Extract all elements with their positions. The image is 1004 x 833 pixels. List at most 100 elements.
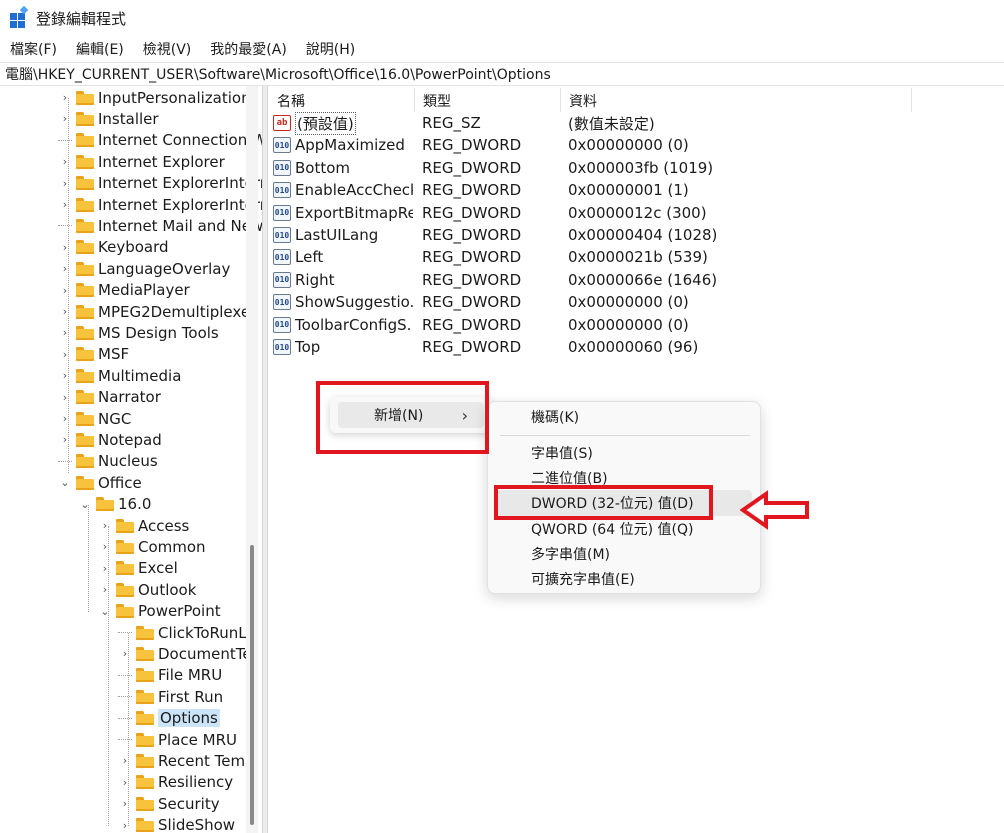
tree-item[interactable]: › LanguageOverlay (58, 258, 231, 279)
chevron-right-icon[interactable]: › (58, 198, 72, 212)
tree-item[interactable]: › Security (118, 793, 220, 814)
tree-item[interactable]: ⌄ 16.0 (78, 494, 151, 515)
menu-favorites[interactable]: 我的最愛(A) (210, 39, 287, 59)
tree-item[interactable]: ⌄ PowerPoint (98, 601, 220, 622)
value-row[interactable]: 010 LastUILang REG_DWORD 0x00000404 (1028) (273, 224, 717, 246)
tree-item[interactable]: Place MRU (118, 729, 237, 750)
tree-item[interactable]: › SlideShow (118, 815, 235, 833)
value-row[interactable]: 010 Right REG_DWORD 0x0000066e (1646) (273, 269, 717, 291)
chevron-right-icon[interactable]: › (58, 412, 72, 426)
chevron-down-icon[interactable]: ⌄ (98, 604, 112, 618)
submenu-item-qword-value[interactable]: QWORD (64 位元) 值(Q) (531, 517, 693, 541)
chevron-down-icon[interactable]: ⌄ (78, 497, 92, 511)
value-name-cell: 010 Top (273, 338, 413, 356)
submenu-item-expandable-string-value[interactable]: 可擴充字串值(E) (531, 567, 635, 591)
tree-item[interactable]: › DocumentTe (118, 643, 252, 664)
address-path[interactable]: 電腦\HKEY_CURRENT_USER\Software\Microsoft\… (5, 64, 551, 84)
tree-item[interactable]: › Internet Explorer (58, 151, 225, 172)
tree-item[interactable]: File MRU (118, 665, 222, 686)
chevron-right-icon[interactable]: › (58, 326, 72, 340)
tree-item[interactable]: › Internet ExplorerInternal (58, 173, 262, 194)
chevron-right-icon[interactable]: › (98, 519, 112, 533)
tree-item[interactable]: Options (118, 708, 220, 729)
value-type: REG_DWORD (422, 293, 522, 312)
chevron-right-icon[interactable]: › (118, 797, 132, 811)
column-header-name[interactable]: 名稱 (268, 90, 414, 112)
tree-item[interactable]: › Outlook (98, 579, 197, 600)
tree-item[interactable]: › Internet ExplorerInternal (58, 194, 262, 215)
folder-icon (76, 368, 94, 383)
value-row[interactable]: ab (預設值) REG_SZ (數值未設定) (273, 111, 655, 135)
tree-item[interactable]: › Access (98, 515, 190, 536)
chevron-right-icon[interactable]: › (58, 433, 72, 447)
chevron-right-icon[interactable]: › (98, 583, 112, 597)
value-row[interactable]: 010 Left REG_DWORD 0x0000021b (539) (273, 246, 708, 268)
chevron-right-icon[interactable]: › (58, 283, 72, 297)
folder-icon (76, 154, 94, 169)
tree-item[interactable]: › NGC (58, 408, 132, 429)
value-data: 0x00000404 (1028) (568, 226, 718, 244)
menu-file[interactable]: 檔案(F) (10, 39, 57, 59)
tree-item[interactable]: › Notepad (58, 429, 162, 450)
chevron-right-icon[interactable]: › (58, 347, 72, 361)
tree-item[interactable]: ClickToRunL (118, 622, 247, 643)
value-row[interactable]: 010 ToolbarConfigS... REG_DWORD 0x00000000 … (273, 314, 689, 336)
menu-help[interactable]: 說明(H) (306, 39, 355, 59)
tree-scrollbar-thumb[interactable] (250, 545, 254, 825)
menu-view[interactable]: 檢視(V) (143, 39, 192, 59)
chevron-right-icon[interactable]: › (58, 112, 72, 126)
chevron-right-icon[interactable]: › (58, 369, 72, 383)
chevron-right-icon[interactable]: › (118, 754, 132, 768)
value-row[interactable]: 010ExportBitmapRe... REG_DWORD 0x0000012c … (273, 202, 707, 224)
tree-item[interactable]: › MSF (58, 344, 129, 365)
submenu-item-key[interactable]: 機碼(K) (531, 405, 579, 429)
tree-item[interactable]: › MediaPlayer (58, 280, 190, 301)
chevron-right-icon[interactable]: › (58, 155, 72, 169)
tree-item[interactable]: Internet Mail and News (58, 215, 262, 236)
value-row[interactable]: 010 ShowSuggestio... REG_DWORD 0x00000000 (… (273, 291, 689, 313)
value-row[interactable]: 010 Top REG_DWORD 0x00000060 (96) (273, 336, 698, 358)
tree-item[interactable]: › Installer (58, 108, 159, 129)
chevron-down-icon[interactable]: ⌄ (58, 476, 72, 490)
chevron-right-icon[interactable]: › (98, 540, 112, 554)
tree-item[interactable]: › Excel (98, 558, 178, 579)
chevron-right-icon[interactable]: › (58, 240, 72, 254)
tree-item[interactable]: › Resiliency (118, 772, 233, 793)
submenu-separator (500, 435, 750, 436)
tree-item[interactable]: First Run (118, 686, 223, 707)
folder-icon (96, 497, 114, 512)
menu-edit[interactable]: 編輯(E) (76, 39, 124, 59)
submenu-item-multi-string-value[interactable]: 多字串值(M) (531, 542, 610, 566)
chevron-right-icon[interactable]: › (118, 818, 132, 832)
value-row[interactable]: 010 AppMaximized REG_DWORD 0x00000000 (0) (273, 134, 689, 156)
chevron-right-icon[interactable]: › (58, 91, 72, 105)
tree-item[interactable]: › Keyboard (58, 237, 169, 258)
chevron-right-icon[interactable]: › (98, 561, 112, 575)
tree-item[interactable]: › InputPersonalization (58, 87, 251, 108)
tree-item[interactable]: › Recent Temp (118, 750, 255, 771)
value-row[interactable]: 010EnableAccCheck... REG_DWORD 0x00000001 … (273, 179, 689, 201)
chevron-right-icon[interactable]: › (118, 647, 132, 661)
address-bar[interactable]: 電腦\HKEY_CURRENT_USER\Software\Microsoft\… (0, 62, 1004, 86)
tree-connector (58, 139, 72, 141)
chevron-right-icon[interactable]: › (58, 305, 72, 319)
chevron-right-icon[interactable]: › (58, 390, 72, 404)
chevron-right-icon[interactable]: › (58, 176, 72, 190)
key-tree[interactable]: › InputPersonalization › Installer Internet … (0, 86, 262, 833)
tree-item[interactable]: › Common (98, 536, 206, 557)
tree-item[interactable]: ⌄ Office (58, 472, 141, 493)
tree-item[interactable]: Internet Connection Wizard (58, 130, 262, 151)
column-header-data[interactable]: 資料 (560, 90, 910, 112)
tree-item[interactable]: › MPEG2Demultiplexer (58, 301, 256, 322)
tree-item[interactable]: › Multimedia (58, 365, 182, 386)
value-row[interactable]: 010 Bottom REG_DWORD 0x000003fb (1019) (273, 157, 713, 179)
tree-item[interactable]: Nucleus (58, 451, 158, 472)
submenu-item-string-value[interactable]: 字串值(S) (531, 441, 593, 465)
folder-icon (116, 518, 134, 533)
chevron-right-icon[interactable]: › (58, 262, 72, 276)
tree-item[interactable]: › MS Design Tools (58, 322, 219, 343)
chevron-right-icon[interactable]: › (118, 775, 132, 789)
column-header-type[interactable]: 類型 (414, 90, 560, 112)
column-divider[interactable] (911, 88, 912, 112)
tree-item[interactable]: › Narrator (58, 387, 161, 408)
